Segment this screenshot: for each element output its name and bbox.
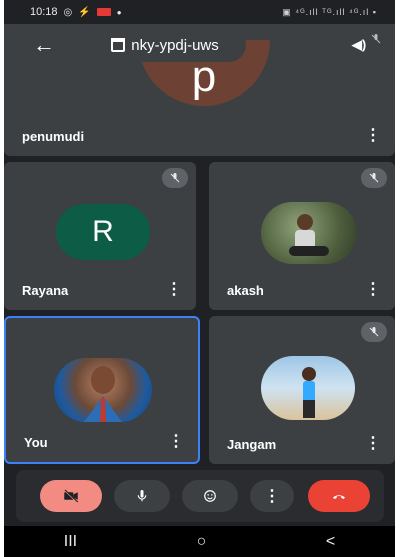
- more-vert-icon[interactable]: ⋮: [365, 436, 381, 452]
- profile-photo: [54, 358, 152, 422]
- mic-icon: [137, 490, 147, 502]
- arrow-back-icon: ←: [33, 32, 55, 57]
- participant-name: Rayana: [22, 283, 69, 298]
- emoji-icon: [204, 490, 216, 502]
- dot-icon: ●: [116, 7, 122, 17]
- back-nav-button[interactable]: <: [326, 533, 335, 551]
- participant-tile-jangam[interactable]: Jangam ⋮: [209, 316, 395, 464]
- avatar-initial: R: [92, 215, 114, 248]
- participant-name: You: [24, 435, 48, 450]
- flash-icon: ⚡: [78, 6, 91, 18]
- mic-off-icon: [361, 322, 387, 342]
- call-controls: ⋮: [16, 470, 384, 522]
- reactions-button[interactable]: [182, 480, 238, 512]
- end-call-icon: [333, 495, 345, 499]
- camera-toggle-button[interactable]: [40, 480, 102, 512]
- mic-off-icon: [361, 168, 387, 188]
- meeting-code: nky-ypdj-uws: [131, 36, 219, 54]
- camera-off-icon: [63, 489, 79, 503]
- more-vert-icon: ⋮: [264, 488, 280, 505]
- profile-photo: [261, 202, 357, 264]
- more-options-button[interactable]: ⋮: [250, 480, 294, 512]
- more-vert-icon[interactable]: ⋮: [365, 128, 381, 144]
- back-button[interactable]: ←: [21, 28, 67, 62]
- recents-button[interactable]: III: [64, 533, 77, 551]
- more-vert-icon[interactable]: ⋮: [168, 434, 184, 450]
- status-bar: 10:18 ◎ ⚡ ● ▣ ⁴ᴳ.ıll ᵀᴳ.ıll ⁴ᴳ.ıl ▪: [4, 0, 395, 24]
- end-call-button[interactable]: [308, 480, 370, 512]
- phone-screen: 10:18 ◎ ⚡ ● ▣ ⁴ᴳ.ıll ᵀᴳ.ıll ⁴ᴳ.ıl ▪ p pe…: [4, 0, 395, 557]
- more-vert-icon[interactable]: ⋮: [365, 282, 381, 298]
- recording-icon: [96, 8, 111, 16]
- system-navigation-bar: III ○ <: [4, 526, 395, 557]
- participant-name: akash: [227, 283, 264, 298]
- whatsapp-icon: ◎: [63, 6, 73, 18]
- avatar: R: [56, 204, 150, 260]
- signal-indicators: ▣ ⁴ᴳ.ıll ᵀᴳ.ıll ⁴ᴳ.ıl ▪: [282, 6, 377, 17]
- mic-off-icon: [364, 30, 388, 48]
- mic-off-icon: [162, 168, 188, 188]
- participant-tile-rayana[interactable]: R Rayana ⋮: [4, 162, 196, 310]
- meeting-info-button[interactable]: nky-ypdj-uws: [84, 28, 246, 62]
- participant-name: penumudi: [22, 129, 85, 144]
- clock: 10:18: [30, 6, 58, 18]
- home-button[interactable]: ○: [197, 533, 207, 551]
- participant-tile-you[interactable]: You ⋮: [4, 316, 200, 464]
- participant-name: Jangam: [227, 437, 277, 452]
- profile-photo: [261, 356, 355, 420]
- more-vert-icon[interactable]: ⋮: [166, 282, 182, 298]
- calendar-icon: [111, 38, 126, 52]
- mic-button[interactable]: [114, 480, 170, 512]
- participant-tile-akash[interactable]: akash ⋮: [209, 162, 395, 310]
